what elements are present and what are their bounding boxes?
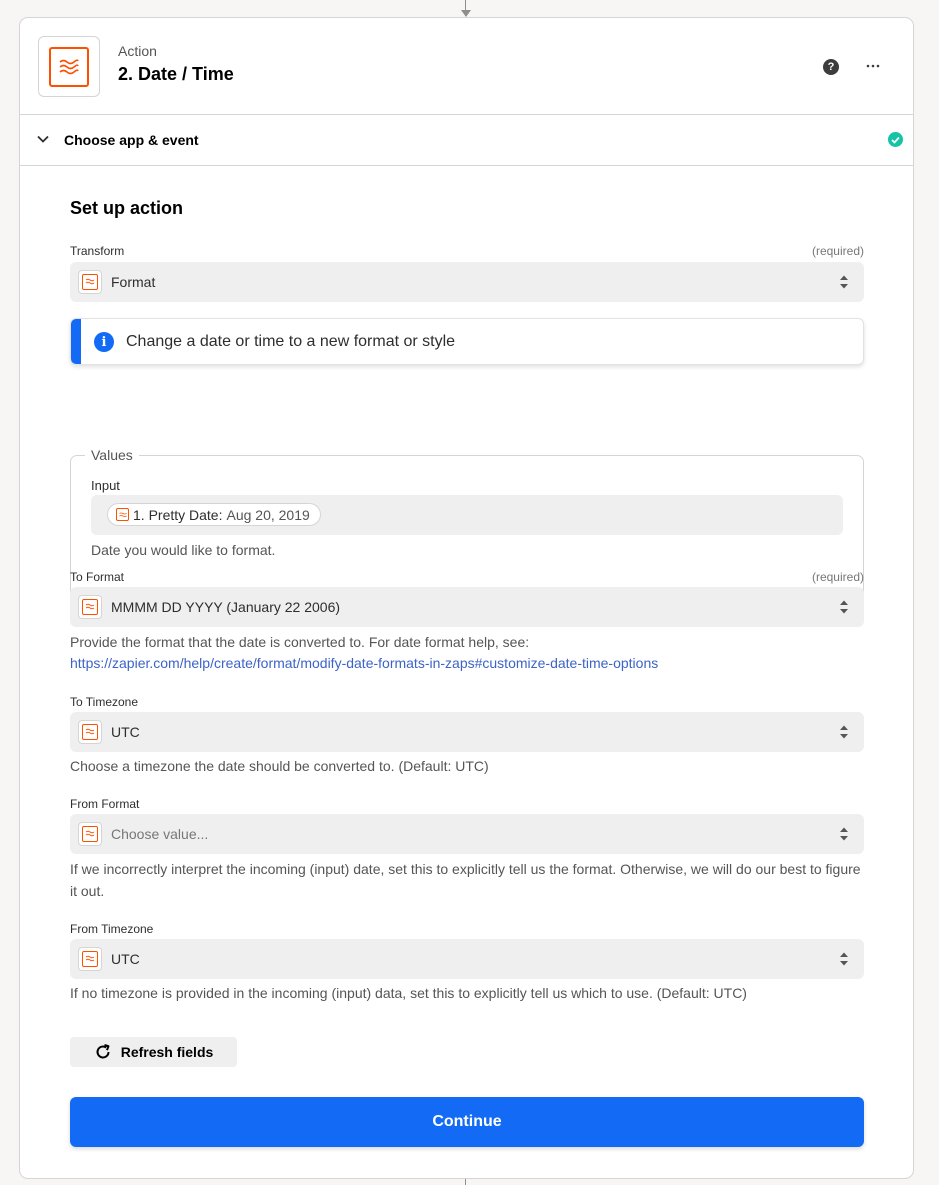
from-timezone-helper: If no timezone is provided in the incomi… [70,985,747,1001]
transform-required: (required) [811,244,864,258]
to-timezone-value: UTC [111,724,140,740]
step-header[interactable]: Action 2. Date / Time ? [20,18,913,115]
formatter-icon [78,270,102,294]
from-format-placeholder: Choose value... [111,826,209,842]
pill-label: 1. Pretty Date: [133,506,223,523]
date-format-help-link[interactable]: https://zapier.com/help/create/format/mo… [70,655,658,671]
refresh-fields-label: Refresh fields [120,1044,214,1060]
to-format-select[interactable]: MMMM DD YYYY (January 22 2006) [70,587,864,627]
from-format-helper: If we incorrectly interpret the incoming… [70,861,861,899]
input-helper: Date you would like to format. [91,542,276,558]
step-kicker: Action [118,43,157,59]
pill-value: Aug 20, 2019 [226,506,310,523]
info-callout: i Change a date or time to a new format … [70,318,864,365]
help-icon[interactable]: ? [823,59,839,75]
section-label: Choose app & event [64,132,199,148]
formatter-icon [78,947,102,971]
select-updown-icon [840,952,848,966]
input-field[interactable]: 1. Pretty Date: Aug 20, 2019 [91,495,843,535]
setup-action-form: Set up action Transform (required) Forma… [70,167,864,1147]
from-timezone-select[interactable]: UTC [70,939,864,979]
continue-button[interactable]: Continue [70,1097,864,1147]
select-updown-icon [840,600,848,614]
transform-value: Format [111,274,156,290]
formatter-icon [78,822,102,846]
to-format-value: MMMM DD YYYY (January 22 2006) [111,599,341,615]
to-format-label: To Format [70,570,125,584]
choose-app-event-section[interactable]: Choose app & event [20,115,913,166]
action-step-card: Action 2. Date / Time ? Choose app & eve… [19,17,914,1179]
connector-line-bottom [465,1179,466,1185]
formatter-icon [78,720,102,744]
select-updown-icon [840,725,848,739]
formatter-icon [49,46,89,87]
continue-label: Continue [432,1113,502,1130]
refresh-icon [96,1044,110,1059]
more-icon[interactable] [863,56,883,76]
refresh-fields-button[interactable]: Refresh fields [70,1037,237,1067]
transform-select[interactable]: Format [70,262,864,302]
to-timezone-label: To Timezone [70,695,139,709]
formatter-icon [78,595,102,619]
to-timezone-select[interactable]: UTC [70,712,864,752]
from-timezone-value: UTC [111,951,140,967]
setup-title: Set up action [70,198,184,218]
formatter-icon [116,508,129,521]
transform-label: Transform [70,244,125,258]
to-format-required: (required) [811,570,864,584]
values-fieldset: Values Input 1. Pretty Date: Aug 20, 201… [70,447,864,598]
to-format-helper: Provide the format that the date is conv… [70,634,530,650]
step-title: 2. Date / Time [118,64,234,84]
chevron-down-icon [37,135,49,143]
from-format-select[interactable]: Choose value... [70,814,864,854]
app-logo [38,36,100,97]
from-format-label: From Format [70,797,140,811]
values-legend: Values [85,447,139,463]
check-circle-icon [888,132,903,147]
select-updown-icon [840,827,848,841]
pretty-date-pill[interactable]: 1. Pretty Date: Aug 20, 2019 [107,503,321,526]
select-updown-icon [840,275,848,289]
from-timezone-label: From Timezone [70,922,154,936]
to-timezone-helper: Choose a timezone the date should be con… [70,758,489,774]
info-text: Change a date or time to a new format or… [126,333,456,350]
input-label: Input [91,478,120,493]
connector-arrow-icon [461,10,471,17]
info-icon: i [94,332,114,352]
